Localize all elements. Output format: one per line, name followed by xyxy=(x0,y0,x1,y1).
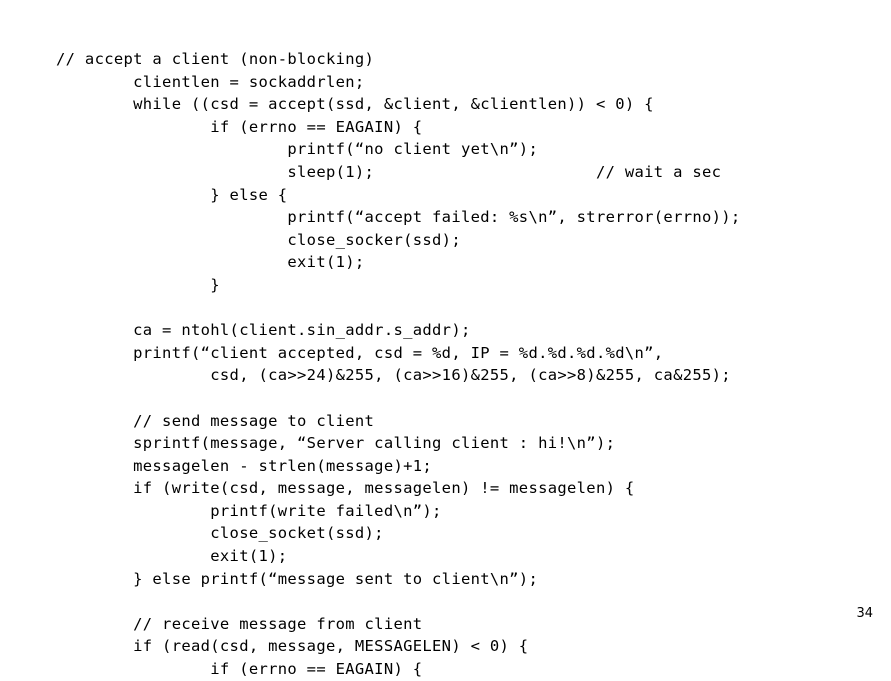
code-line: if (errno == EAGAIN) { xyxy=(56,117,423,136)
code-line: clientlen = sockaddrlen; xyxy=(56,72,365,91)
code-line: // receive message from client xyxy=(56,614,423,633)
code-line: messagelen - strlen(message)+1; xyxy=(56,456,433,475)
code-line: printf(“accept failed: %s\n”, strerror(e… xyxy=(56,208,741,227)
code-line: exit(1); xyxy=(56,253,365,272)
code-line: } else printf(“message sent to client\n”… xyxy=(56,569,539,588)
code-line: close_socker(ssd); xyxy=(56,230,461,249)
page-number: 34 xyxy=(856,606,873,621)
code-line: if (write(csd, message, messagelen) != m… xyxy=(56,479,635,498)
code-listing: // accept a client (non-blocking) client… xyxy=(56,48,856,681)
code-line: ca = ntohl(client.sin_addr.s_addr); xyxy=(56,321,471,340)
code-line: sprintf(message, “Server calling client … xyxy=(56,434,616,453)
code-line: // accept a client (non-blocking) xyxy=(56,50,375,68)
code-line: close_socket(ssd); xyxy=(56,524,384,543)
code-line: // send message to client xyxy=(56,411,375,430)
code-line: while ((csd = accept(ssd, &client, &clie… xyxy=(56,95,654,114)
code-line: exit(1); xyxy=(56,547,288,566)
code-line: } xyxy=(56,275,220,294)
code-line: csd, (ca>>24)&255, (ca>>16)&255, (ca>>8)… xyxy=(56,366,731,385)
code-line: } else { xyxy=(56,185,288,204)
code-line: printf(“no client yet\n”); xyxy=(56,140,539,159)
code-line: printf(write failed\n”); xyxy=(56,501,442,520)
code-line: if (errno == EAGAIN) { xyxy=(56,660,423,679)
code-line: printf(“client accepted, csd = %d, IP = … xyxy=(56,343,664,362)
slide-canvas: // accept a client (non-blocking) client… xyxy=(0,0,891,678)
code-line: sleep(1); // wait a sec xyxy=(56,162,722,181)
code-line: if (read(csd, message, MESSAGELEN) < 0) … xyxy=(56,637,529,656)
